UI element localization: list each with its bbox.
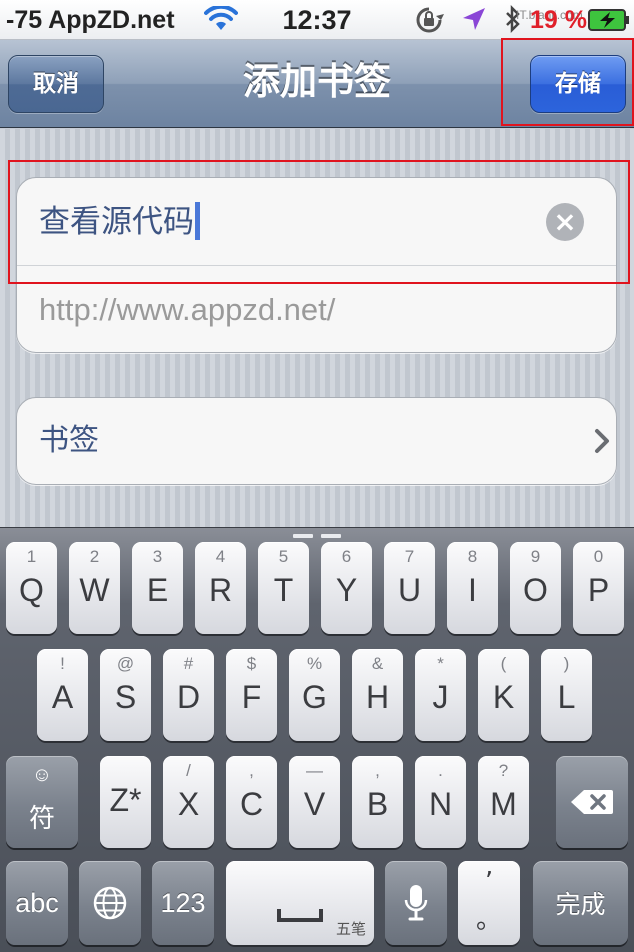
navigation-bar: 添加书签 取消 存储 [0,40,634,128]
key-j[interactable]: * J [415,649,466,741]
key-c[interactable]: ,C [226,756,277,848]
key-s[interactable]: @ S [100,649,151,741]
title-field[interactable]: 查看源代码 × [17,178,616,266]
form-area: 查看源代码 × http://www.appzd.net/ 书签 [0,129,634,527]
key-q[interactable]: 1Q [6,542,57,634]
cancel-button[interactable]: 取消 [8,55,104,113]
dictation-key[interactable] [385,861,447,945]
key-v[interactable]: — V [289,756,340,848]
battery-percent: 19 % [530,6,587,34]
clear-text-icon[interactable]: × [546,203,584,241]
punctuation-key[interactable]: ’ 。 [458,861,520,945]
symbol-key[interactable]: ☺ 符 [6,756,78,848]
smiley-icon: ☺ [31,764,53,786]
backspace-icon [556,756,628,848]
done-key[interactable]: 完成 [533,861,628,945]
space-key[interactable]: 五笔 [226,861,374,945]
key-y[interactable]: 6Y [321,542,372,634]
keyboard: 1Q 2W 3E 4R 5T 6Y 7U 8I 9O 0P ! A @ S # D $… [0,527,634,952]
key-g[interactable]: % G [289,649,340,741]
rotation-lock-icon [414,6,444,38]
key-z[interactable]: Z* [100,756,151,848]
text-caret [195,201,200,240]
chevron-right-icon [593,428,611,458]
key-l[interactable]: ) L [541,649,592,741]
key-h[interactable]: & H [352,649,403,741]
space-bar-icon [276,907,324,927]
key-x[interactable]: / X [163,756,214,848]
key-a[interactable]: ! A [37,649,88,741]
key-u[interactable]: 7U [384,542,435,634]
globe-icon [79,861,141,945]
key-b[interactable]: ,B [352,756,403,848]
key-n[interactable]: .N [415,756,466,848]
key-k[interactable]: (K [478,649,529,741]
number-key[interactable]: 123 [152,861,214,945]
key-d[interactable]: # D [163,649,214,741]
key-e[interactable]: 3E [132,542,183,634]
location-icon [461,6,487,36]
abc-key[interactable]: abc [6,861,68,945]
save-button[interactable]: 存储 [530,55,626,113]
key-t[interactable]: 5T [258,542,309,634]
url-input-value: http://www.appzd.net/ [39,292,336,327]
key-w[interactable]: 2W [69,542,120,634]
key-m[interactable]: ? M [478,756,529,848]
folder-label: 书签 [39,423,99,458]
keyboard-handle [293,534,313,538]
backspace-key[interactable] [556,756,628,848]
keyboard-handle [321,534,341,538]
input-method-label: 五笔 [335,920,366,938]
status-bar: -75 AppZD.net 12:37 IT.bianji.com 19 % [0,0,634,40]
key-f[interactable]: $ F [226,649,277,741]
globe-key[interactable] [79,861,141,945]
microphone-icon [385,861,447,945]
key-o[interactable]: 9O [510,542,561,634]
bookmark-folder-row[interactable]: 书签 [16,397,617,485]
key-r[interactable]: 4R [195,542,246,634]
key-i[interactable]: 8I [447,542,498,634]
key-p[interactable]: 0P [573,542,624,634]
bookmark-fields-group: 查看源代码 × http://www.appzd.net/ [16,177,617,353]
url-field[interactable]: http://www.appzd.net/ [17,266,616,352]
title-input-value: 查看源代码 [39,204,194,240]
battery-icon [588,9,630,35]
